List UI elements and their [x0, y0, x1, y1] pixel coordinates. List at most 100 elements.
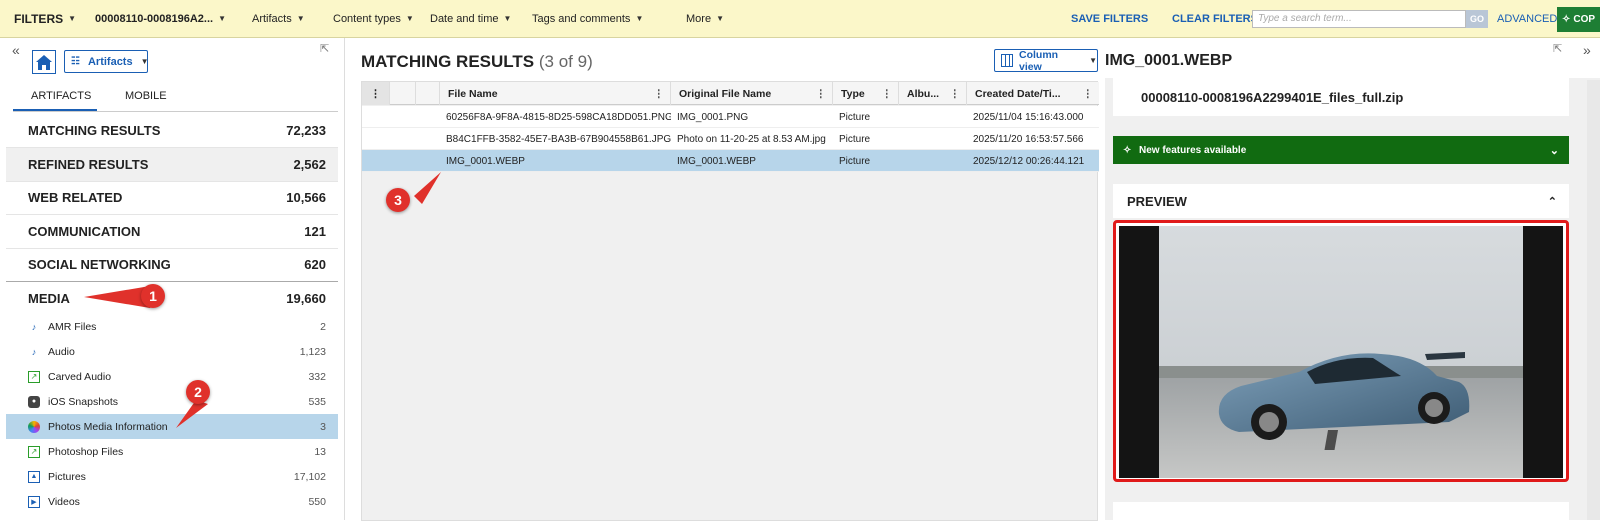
- media-item-label: AMR Files: [48, 320, 97, 333]
- column-view-label: Column view: [1019, 48, 1059, 73]
- filter-toolbar: FILTERS ▼ 00008110-0008196A2... ▼ Artifact…: [0, 0, 1600, 38]
- category-refined-results[interactable]: REFINED RESULTS 2,562: [6, 148, 338, 182]
- cell-type: Picture: [839, 155, 871, 167]
- preview-label: PREVIEW: [1127, 193, 1187, 209]
- case-selector[interactable]: 00008110-0008196A2... ▼: [95, 0, 226, 38]
- category-count: 620: [304, 257, 326, 272]
- music-note-icon: ♪: [31, 321, 37, 332]
- column-file-name[interactable]: File Name ⋮: [440, 82, 671, 105]
- chevron-down-icon: ▼: [140, 57, 149, 66]
- media-item-carved-audio[interactable]: ↗ Carved Audio 332: [6, 364, 338, 389]
- media-item-ios-snapshots[interactable]: ● iOS Snapshots 535: [6, 389, 338, 414]
- column-menu-icon[interactable]: ⋮: [882, 88, 893, 100]
- content-types-filter[interactable]: Content types ▼: [333, 0, 414, 38]
- media-item-count: 13: [314, 445, 326, 458]
- clear-filters-button[interactable]: CLEAR FILTERS: [1172, 0, 1258, 38]
- artifact-navigation-panel: « ⇱ ☷ Artifacts ▼ ARTIFACTS MOBILE MATCH…: [0, 38, 345, 520]
- grid-menu-button[interactable]: ⋮: [362, 82, 390, 105]
- tab-mobile[interactable]: MOBILE: [125, 90, 167, 102]
- category-matching-results[interactable]: MATCHING RESULTS 72,233: [6, 114, 338, 148]
- next-section-stub: [1113, 502, 1569, 520]
- column-menu-icon[interactable]: ⋮: [816, 88, 827, 100]
- tab-artifacts[interactable]: ARTIFACTS: [31, 90, 91, 102]
- collapse-right-icon[interactable]: »: [1583, 42, 1591, 58]
- select-column-header[interactable]: [390, 82, 416, 105]
- media-item-photoshop-files[interactable]: ↗ Photoshop Files 13: [6, 439, 338, 464]
- column-created-date[interactable]: Created Date/Ti... ⋮: [967, 82, 1099, 105]
- column-label: Albu...: [907, 87, 940, 100]
- media-item-amr-files[interactable]: ♪ AMR Files 2: [6, 314, 338, 339]
- kebab-icon: ⋮: [370, 87, 381, 100]
- column-menu-icon[interactable]: ⋮: [654, 88, 665, 100]
- category-social-networking[interactable]: SOCIAL NETWORKING 620: [6, 248, 338, 282]
- more-filter[interactable]: More ▼: [686, 0, 724, 38]
- left-tabs: ARTIFACTS MOBILE: [13, 84, 338, 112]
- tag-column-header[interactable]: [416, 82, 440, 105]
- artifacts-view-dropdown[interactable]: ☷ Artifacts ▼: [64, 50, 149, 73]
- category-communication[interactable]: COMMUNICATION 121: [6, 215, 338, 249]
- artifacts-filter[interactable]: Artifacts ▼: [252, 0, 305, 38]
- annotation-badge-3: 3: [386, 188, 410, 212]
- tags-comments-filter[interactable]: Tags and comments ▼: [532, 0, 643, 38]
- media-item-label: Photos Media Information: [48, 420, 168, 433]
- column-menu-icon[interactable]: ⋮: [950, 88, 961, 100]
- column-type[interactable]: Type ⋮: [833, 82, 899, 105]
- collapse-left-icon[interactable]: «: [12, 42, 20, 58]
- details-panel: IMG_0001.WEBP ⇱ » 00008110-0008196A22994…: [1105, 38, 1600, 520]
- results-title-text: MATCHING RESULTS: [361, 52, 535, 71]
- carved-file-icon: ↗: [28, 370, 40, 383]
- category-label: WEB RELATED: [28, 190, 123, 205]
- media-item-label: Carved Audio: [48, 370, 112, 383]
- details-file-title: IMG_0001.WEBP: [1105, 52, 1233, 69]
- video-icon: ▶: [28, 495, 40, 508]
- grid-header: ⋮ File Name ⋮ Original File Name ⋮ Type ⋮ A…: [362, 82, 1099, 105]
- search-input[interactable]: Type a search term...: [1252, 10, 1466, 28]
- music-note-icon: ♪: [31, 346, 37, 357]
- media-item-videos[interactable]: ▶ Videos 550: [6, 489, 338, 514]
- table-row-selected[interactable]: IMG_0001.WEBP IMG_0001.WEBP Picture 2025…: [362, 150, 1099, 172]
- annotation-badge-1: 1: [141, 284, 165, 308]
- media-item-photos-media-information[interactable]: Photos Media Information 3: [6, 414, 338, 439]
- table-row[interactable]: 60256F8A-9F8A-4815-8D25-598CA18DD051.PNG…: [362, 106, 1099, 128]
- new-features-banner[interactable]: ✧ New features available ⌄: [1113, 136, 1569, 164]
- cell-type: Picture: [839, 111, 871, 123]
- copy-button[interactable]: ✧ COP: [1557, 7, 1600, 32]
- chevron-down-icon: ▼: [716, 14, 724, 23]
- column-original-file-name[interactable]: Original File Name ⋮: [671, 82, 833, 105]
- column-view-dropdown[interactable]: Column view ▼: [994, 48, 1098, 73]
- date-time-filter[interactable]: Date and time ▼: [430, 0, 511, 38]
- category-label: MATCHING RESULTS: [28, 123, 161, 138]
- media-item-audio[interactable]: ♪ Audio 1,123: [6, 339, 338, 364]
- cell-original-file-name: IMG_0001.WEBP: [677, 155, 756, 167]
- media-item-label: Videos: [48, 495, 80, 508]
- save-filters-button[interactable]: SAVE FILTERS: [1071, 0, 1148, 38]
- preview-section-header[interactable]: PREVIEW ⌃: [1113, 184, 1569, 218]
- chevron-down-icon: ▼: [218, 14, 226, 23]
- table-row[interactable]: B84C1FFB-3582-45E7-BA3B-67B904558B61.JPG…: [362, 128, 1099, 150]
- details-scrollbar[interactable]: [1587, 80, 1600, 520]
- media-item-count: 332: [308, 370, 326, 383]
- cell-created-date: 2025/11/20 16:53:57.566: [973, 133, 1084, 145]
- filters-menu[interactable]: FILTERS ▼: [14, 0, 76, 38]
- collapse-up-icon[interactable]: ⌃: [1548, 195, 1557, 208]
- sparkle-icon: ✧: [1562, 14, 1571, 25]
- column-album[interactable]: Albu... ⋮: [899, 82, 967, 105]
- cell-file-name: B84C1FFB-3582-45E7-BA3B-67B904558B61.JPG: [446, 133, 671, 145]
- media-item-pictures[interactable]: ▲ Pictures 17,102: [6, 464, 338, 489]
- go-button[interactable]: GO: [1466, 10, 1488, 28]
- column-label: Original File Name: [679, 87, 772, 100]
- undock-icon[interactable]: ⇱: [320, 42, 329, 55]
- category-web-related[interactable]: WEB RELATED 10,566: [6, 181, 338, 215]
- results-title: MATCHING RESULTS (3 of 9): [361, 52, 593, 72]
- category-media[interactable]: MEDIA 19,660: [6, 281, 338, 315]
- expand-down-icon[interactable]: ⌄: [1550, 144, 1559, 157]
- chevron-down-icon: ▼: [1089, 56, 1097, 65]
- undock-icon[interactable]: ⇱: [1553, 42, 1562, 55]
- advanced-search-link[interactable]: ADVANCED: [1497, 0, 1557, 38]
- category-count: 72,233: [286, 123, 326, 138]
- cell-file-name: IMG_0001.WEBP: [446, 155, 525, 167]
- home-button[interactable]: [32, 50, 56, 74]
- column-menu-icon[interactable]: ⋮: [1083, 88, 1094, 100]
- category-count: 10,566: [286, 190, 326, 205]
- media-item-count: 550: [308, 495, 326, 508]
